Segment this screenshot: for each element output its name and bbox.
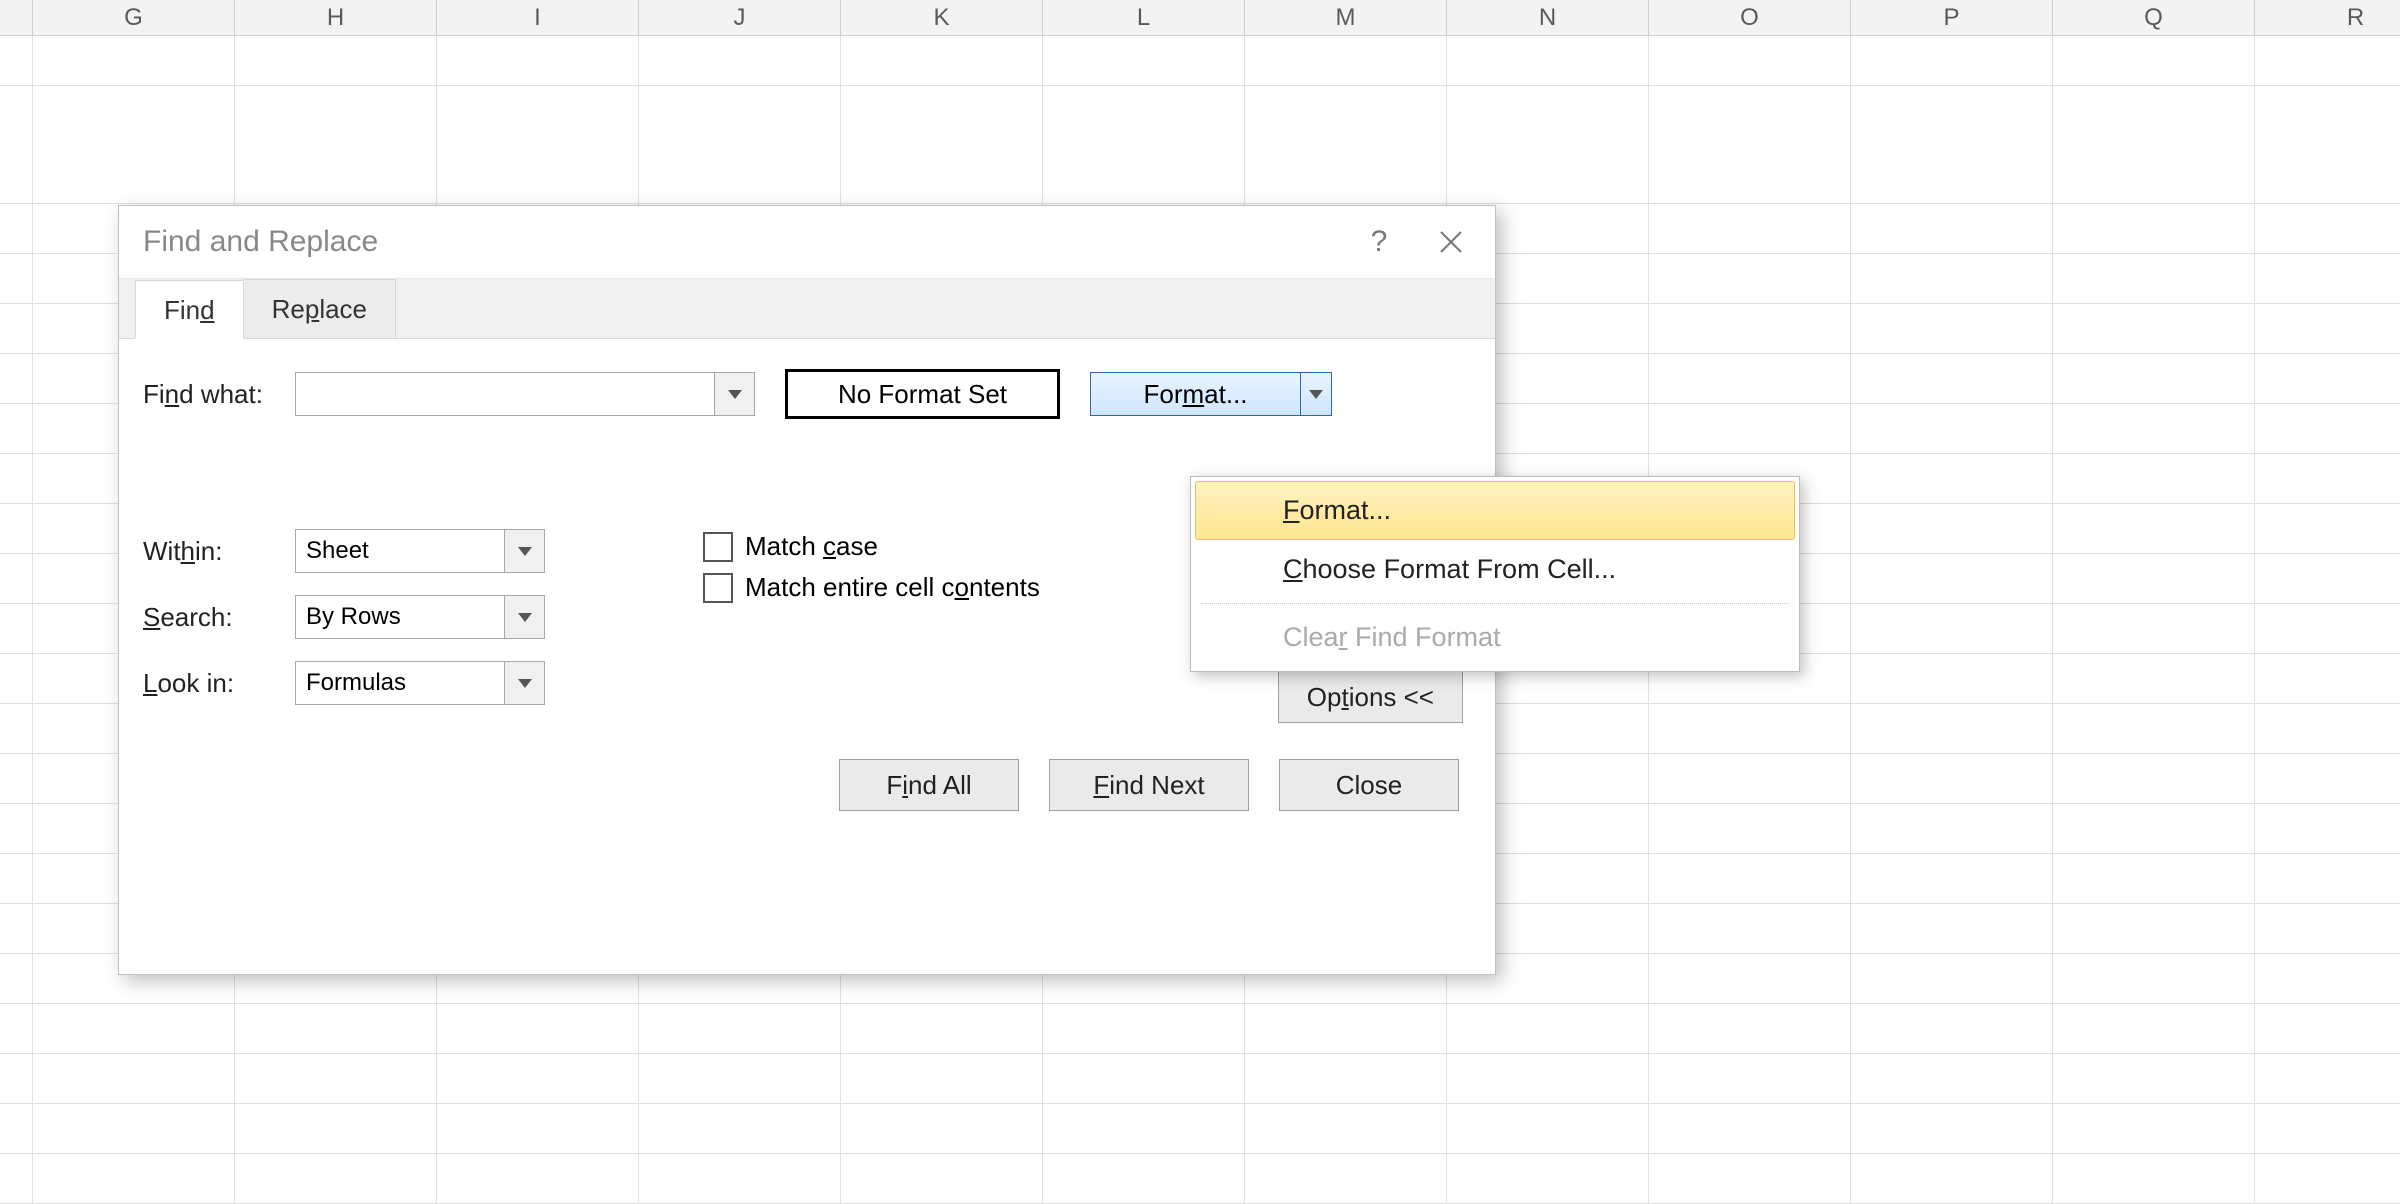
search-label: Search: [143,602,295,633]
find-what-label: Find what: [143,379,295,410]
format-button[interactable]: Format... [1090,372,1332,416]
chevron-down-icon [518,547,532,556]
format-preview: No Format Set [785,369,1060,419]
column-header-row: G H I J K L M N O P Q R [0,0,2400,36]
lookin-label: Look in: [143,668,295,699]
dialog-title: Find and Replace [143,225,1343,259]
menu-separator [1201,603,1789,604]
column-header[interactable]: M [1245,0,1447,35]
match-entire-checkbox[interactable]: Match entire cell contents [703,572,1040,603]
lookin-value: Formulas [296,662,504,704]
options-button[interactable]: Options << [1278,671,1463,723]
find-what-input[interactable] [295,372,755,416]
within-value: Sheet [296,530,504,572]
tab-find[interactable]: Find [135,280,244,339]
menu-format[interactable]: Format... [1195,481,1795,540]
chevron-down-icon [1309,390,1323,399]
column-header[interactable]: N [1447,0,1649,35]
search-select[interactable]: By Rows [295,595,545,639]
column-header[interactable]: O [1649,0,1851,35]
chevron-down-icon [518,679,532,688]
find-next-button[interactable]: Find Next [1049,759,1249,811]
format-button-label: Format... [1091,373,1301,415]
search-dropdown[interactable] [504,596,544,638]
column-header-blank [0,0,33,35]
column-header[interactable]: H [235,0,437,35]
format-dropdown-menu: Format... Choose Format From Cell... Cle… [1190,476,1800,672]
find-what-value[interactable] [296,373,714,415]
within-label: Within: [143,536,295,567]
menu-clear-find-format: Clear Find Format [1195,608,1795,667]
dialog-titlebar[interactable]: Find and Replace ? [119,206,1495,278]
within-dropdown[interactable] [504,530,544,572]
match-case-label: Match case [745,531,878,562]
find-all-button[interactable]: Find All [839,759,1019,811]
lookin-dropdown[interactable] [504,662,544,704]
match-case-checkbox[interactable]: Match case [703,531,1040,562]
lookin-select[interactable]: Formulas [295,661,545,705]
menu-choose-format-from-cell[interactable]: Choose Format From Cell... [1195,540,1795,599]
column-header[interactable]: Q [2053,0,2255,35]
match-entire-label: Match entire cell contents [745,572,1040,603]
column-header[interactable]: K [841,0,1043,35]
help-button[interactable]: ? [1343,216,1415,268]
checkbox-icon [703,573,733,603]
format-button-dropdown[interactable] [1301,373,1331,415]
within-select[interactable]: Sheet [295,529,545,573]
column-header[interactable]: I [437,0,639,35]
column-header[interactable]: P [1851,0,2053,35]
column-header[interactable]: L [1043,0,1245,35]
chevron-down-icon [518,613,532,622]
find-what-dropdown[interactable] [714,373,754,415]
tab-replace[interactable]: Replace [243,279,396,338]
checkbox-icon [703,532,733,562]
close-button[interactable]: Close [1279,759,1459,811]
search-value: By Rows [296,596,504,638]
column-header[interactable]: G [33,0,235,35]
close-icon[interactable] [1415,216,1487,268]
tab-strip: Find Replace [119,278,1495,338]
column-header[interactable]: J [639,0,841,35]
chevron-down-icon [728,390,742,399]
column-header[interactable]: R [2255,0,2400,35]
